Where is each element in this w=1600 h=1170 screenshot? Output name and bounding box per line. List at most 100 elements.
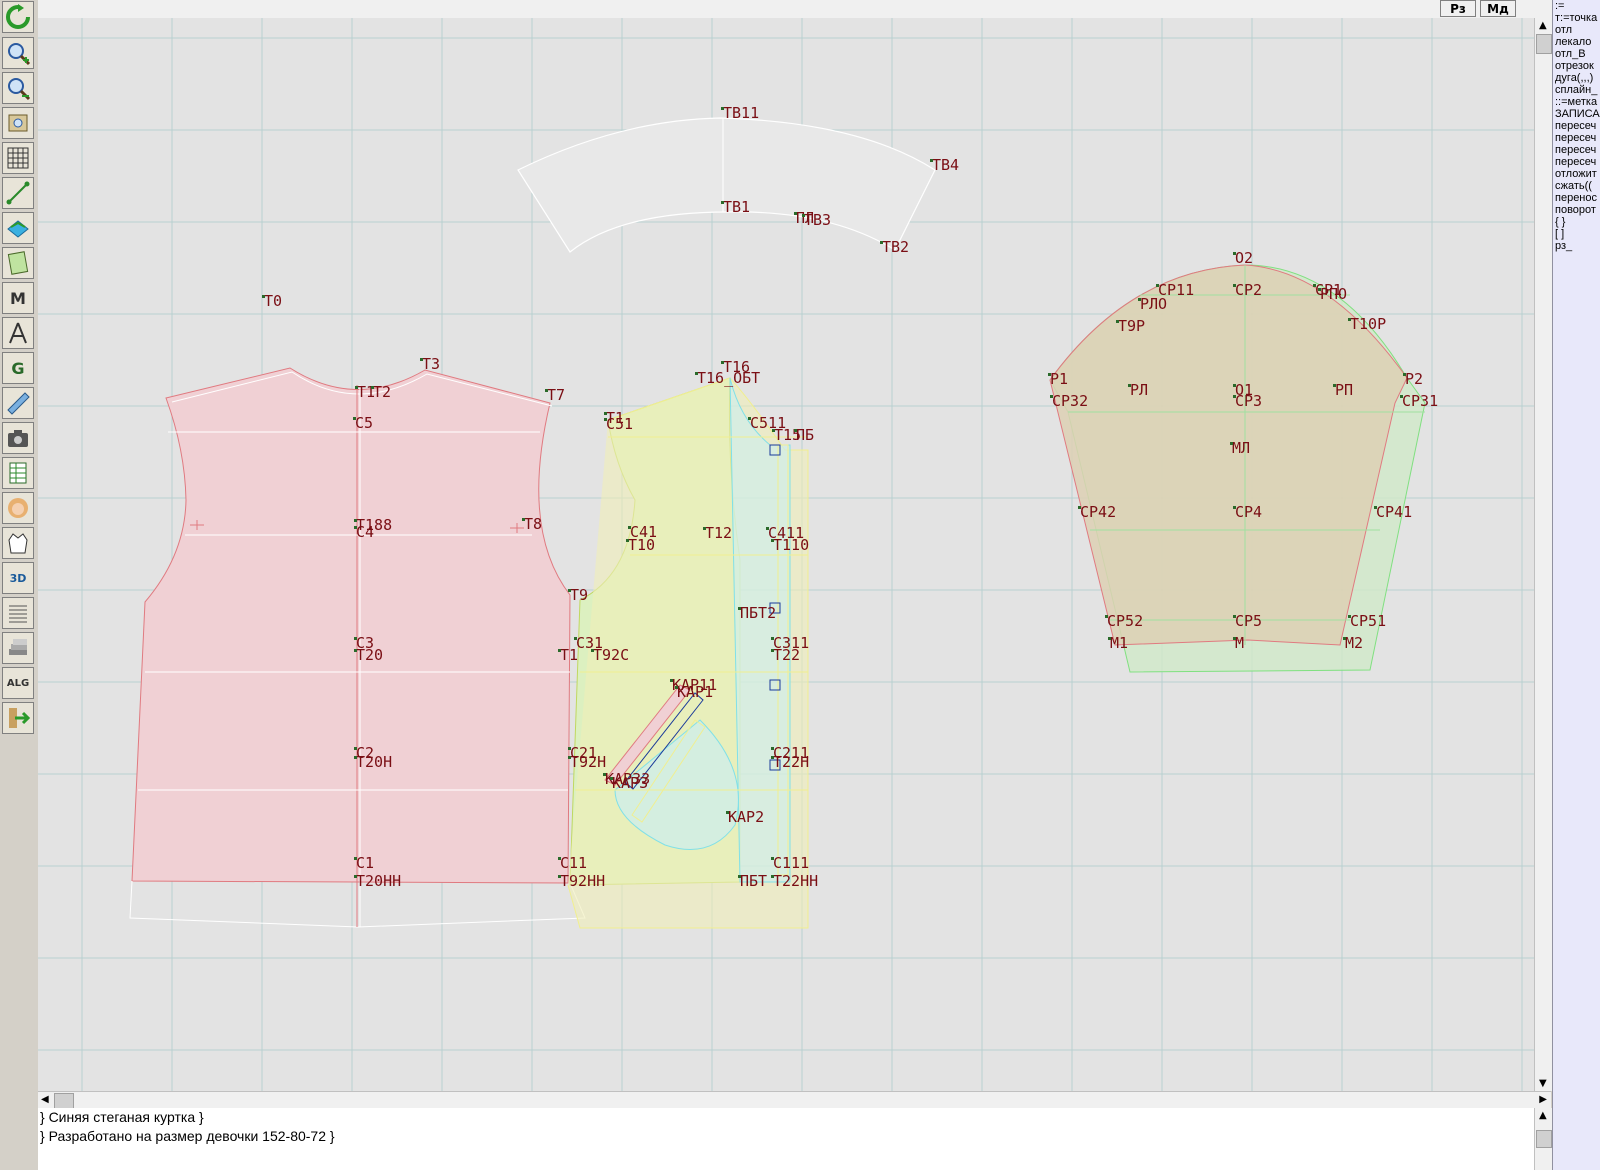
command-item[interactable]: сжать(( (1553, 180, 1600, 192)
exit-icon[interactable] (2, 702, 34, 734)
stack-icon[interactable] (2, 632, 34, 664)
point-marker (1116, 320, 1119, 323)
point-marker (1078, 506, 1081, 509)
point-marker (1233, 252, 1236, 255)
command-item[interactable]: ::=метка (1553, 96, 1600, 108)
point-marker (1403, 373, 1406, 376)
compass-icon[interactable] (2, 317, 34, 349)
command-item[interactable]: := (1553, 0, 1600, 12)
rz-button[interactable]: Рз (1440, 0, 1476, 17)
point-marker (771, 637, 774, 640)
point-label: СР41 (1376, 503, 1412, 521)
point-marker (721, 361, 724, 364)
point-marker (738, 607, 741, 610)
command-item[interactable]: сплайн_ (1553, 84, 1600, 96)
point-label: ПБТ (740, 872, 767, 890)
point-marker (802, 214, 805, 217)
command-item[interactable]: пересеч (1553, 144, 1600, 156)
command-item[interactable]: пересеч (1553, 132, 1600, 144)
point-label: Т8 (524, 515, 542, 533)
jacket-icon[interactable] (2, 527, 34, 559)
point-marker (354, 637, 357, 640)
zoom-out-icon[interactable] (2, 72, 34, 104)
point-label: М2 (1345, 634, 1363, 652)
point-marker (703, 527, 706, 530)
curve-tool-icon[interactable]: G (2, 352, 34, 384)
zoom-fit-icon[interactable] (2, 107, 34, 139)
ruler-icon[interactable] (2, 387, 34, 419)
command-item[interactable]: отложит (1553, 168, 1600, 180)
command-item[interactable]: отрезок (1553, 60, 1600, 72)
command-item[interactable]: перенос (1553, 192, 1600, 204)
point-marker (1333, 384, 1336, 387)
command-item[interactable]: лекало (1553, 36, 1600, 48)
command-item[interactable]: дуга(,,,) (1553, 72, 1600, 84)
3d-view-icon[interactable]: 3D (2, 562, 34, 594)
command-item[interactable]: [ ] (1553, 228, 1600, 240)
scroll-up-icon[interactable]: ▲ (1539, 20, 1547, 31)
scroll-down-icon[interactable]: ▼ (1539, 1078, 1547, 1089)
zoom-in-icon[interactable] (2, 37, 34, 69)
point-label: Т12 (705, 524, 732, 542)
vertical-scrollbar[interactable]: ▲ ▼ (1534, 18, 1552, 1091)
point-label: СР5 (1235, 612, 1262, 630)
layer-icon[interactable] (2, 212, 34, 244)
point-marker (748, 417, 751, 420)
point-label: М (1235, 634, 1244, 652)
point-label: СР2 (1235, 281, 1262, 299)
point-label: СР52 (1107, 612, 1143, 630)
command-item[interactable]: т:=точка (1553, 12, 1600, 24)
scroll-right-icon[interactable]: ▶ (1539, 1094, 1547, 1105)
table-icon[interactable] (2, 457, 34, 489)
command-list-panel[interactable]: := т:=точка отл лекало отл_В отрезок дуга(,,,)… (1552, 0, 1600, 1170)
camera-icon[interactable] (2, 422, 34, 454)
refresh-icon[interactable] (2, 1, 34, 33)
grid-icon[interactable] (2, 142, 34, 174)
curve-letter: G (11, 358, 25, 378)
scroll-left-icon[interactable]: ◀ (41, 1094, 49, 1105)
hscroll-thumb[interactable] (54, 1093, 74, 1109)
face-icon[interactable] (2, 492, 34, 524)
point-marker (1048, 373, 1051, 376)
description-scrollbar[interactable]: ▲ (1534, 1108, 1552, 1170)
command-item[interactable]: { } (1553, 216, 1600, 228)
point-marker (771, 857, 774, 860)
desc-scroll-thumb[interactable] (1536, 1130, 1552, 1148)
point-marker (522, 518, 525, 521)
point-label: ТВ1 (723, 198, 750, 216)
point-marker (695, 372, 698, 375)
point-marker (1348, 615, 1351, 618)
collar-piece (517, 117, 936, 253)
point-marker (771, 649, 774, 652)
drawing-canvas[interactable]: ТВ11 ТВ4 ТВ1 ПЛ ТВ3 ТВ2 Т0 Т3 Т1 Т2 Т7 С5 Т16 Т16_ОБТ… (38, 18, 1534, 1091)
vscroll-thumb[interactable] (1536, 34, 1552, 54)
point-marker (558, 649, 561, 652)
point-marker (1233, 615, 1236, 618)
description-box[interactable]: } Синяя стеганая куртка } } Разработано … (38, 1108, 1534, 1170)
measure-icon[interactable]: M (2, 282, 34, 314)
point-marker (670, 679, 673, 682)
point-marker (591, 649, 594, 652)
measure-letter: M (10, 288, 26, 308)
horizontal-scrollbar[interactable]: ◀ ▶ (38, 1091, 1551, 1109)
command-item[interactable]: ЗАПИСА (1553, 108, 1600, 120)
algorithm-icon[interactable]: ALG (2, 667, 34, 699)
point-label: Т92С (593, 646, 629, 664)
point-label: Т16_ОБТ (697, 369, 760, 387)
command-item[interactable]: рз_ (1553, 240, 1600, 252)
command-item[interactable]: пересеч (1553, 156, 1600, 168)
point-marker (568, 589, 571, 592)
line-tool-icon[interactable] (2, 177, 34, 209)
point-label: МЛ (1232, 439, 1250, 457)
md-button[interactable]: Мд (1480, 0, 1516, 17)
point-marker (1233, 395, 1236, 398)
command-item[interactable]: отл (1553, 24, 1600, 36)
command-item[interactable]: пересеч (1553, 120, 1600, 132)
command-item[interactable]: поворот (1553, 204, 1600, 216)
desc-scroll-up-icon[interactable]: ▲ (1539, 1110, 1547, 1121)
command-item[interactable]: отл_В (1553, 48, 1600, 60)
pattern-icon[interactable] (2, 247, 34, 279)
point-label: Т110 (773, 536, 809, 554)
point-label: Т20Н (356, 753, 392, 771)
document-icon[interactable] (2, 597, 34, 629)
